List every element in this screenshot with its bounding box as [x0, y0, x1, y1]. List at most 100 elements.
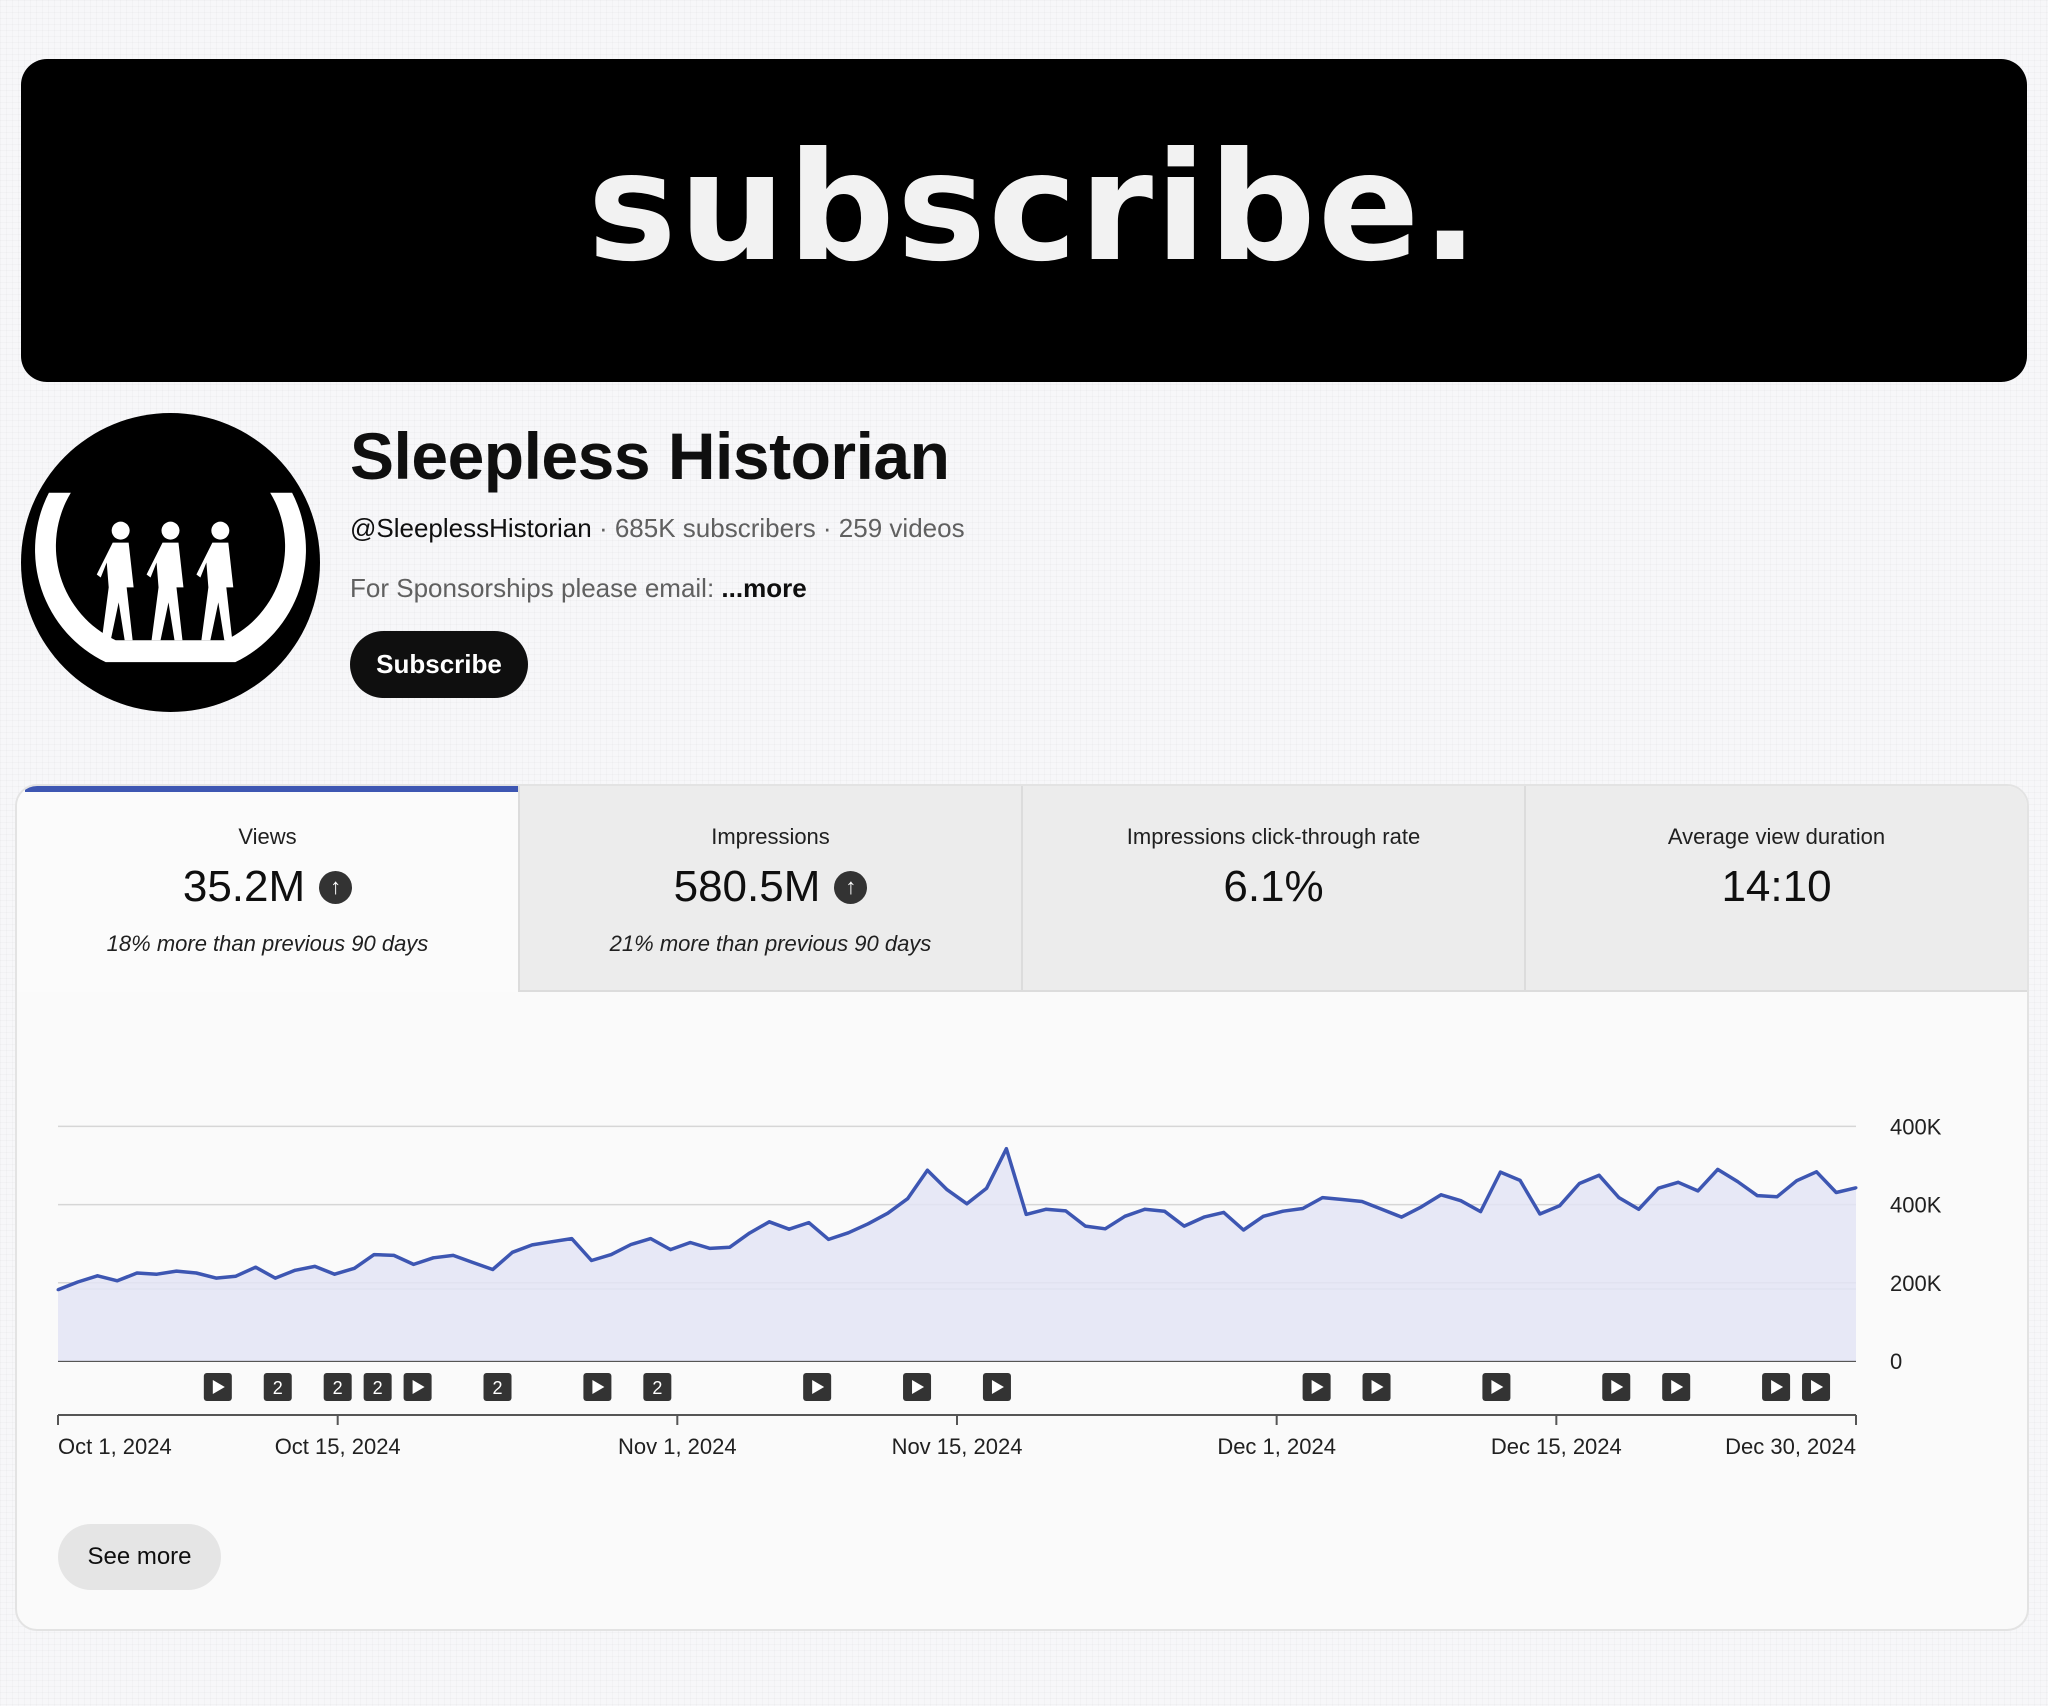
data-point	[1518, 1178, 1522, 1182]
data-point	[767, 1220, 771, 1224]
data-point	[1182, 1224, 1186, 1228]
data-point	[1716, 1167, 1720, 1171]
data-point	[1083, 1224, 1087, 1228]
data-point	[1380, 1207, 1384, 1211]
y-tick-label: 200K	[1890, 1271, 1942, 1296]
data-point	[1143, 1207, 1147, 1211]
data-point	[906, 1197, 910, 1201]
data-point	[1123, 1214, 1127, 1218]
data-point	[1637, 1207, 1641, 1211]
data-point	[1736, 1180, 1739, 1183]
data-point	[115, 1279, 119, 1283]
data-point	[945, 1188, 949, 1192]
x-tick-label: Oct 15, 2024	[275, 1434, 401, 1459]
data-point	[1301, 1207, 1305, 1210]
video-marker-count: 2	[373, 1378, 383, 1398]
data-point	[392, 1253, 396, 1257]
data-point	[1222, 1210, 1226, 1214]
data-point	[1321, 1196, 1324, 1200]
data-point	[491, 1268, 495, 1271]
data-point	[1064, 1209, 1068, 1213]
data-point	[1202, 1215, 1206, 1219]
data-point	[1419, 1205, 1423, 1209]
data-point	[1340, 1198, 1344, 1201]
data-point	[1103, 1227, 1107, 1231]
data-point	[431, 1256, 435, 1260]
data-point	[313, 1264, 317, 1268]
x-tick-label: Dec 15, 2024	[1491, 1434, 1622, 1459]
data-point	[1755, 1194, 1759, 1198]
data-point	[649, 1237, 653, 1241]
data-point	[1676, 1180, 1680, 1184]
data-point	[372, 1253, 376, 1257]
x-tick-label: Nov 15, 2024	[892, 1434, 1023, 1459]
data-point	[807, 1221, 811, 1225]
data-point	[76, 1280, 80, 1284]
data-point	[1479, 1210, 1483, 1214]
data-point	[234, 1274, 238, 1278]
data-point	[135, 1271, 139, 1275]
data-point	[273, 1276, 277, 1280]
data-point	[333, 1272, 337, 1276]
data-point	[1577, 1182, 1581, 1185]
data-point	[748, 1231, 751, 1235]
data-point	[570, 1237, 574, 1241]
data-point	[787, 1227, 791, 1231]
data-point	[1004, 1147, 1008, 1151]
data-point	[866, 1222, 870, 1226]
data-point	[1815, 1170, 1818, 1174]
data-point	[708, 1246, 712, 1250]
video-marker-count: 2	[493, 1378, 503, 1398]
data-point	[1854, 1186, 1858, 1190]
x-tick-label: Dec 1, 2024	[1217, 1434, 1336, 1459]
data-point	[1617, 1196, 1621, 1200]
data-point	[1795, 1179, 1799, 1183]
data-point	[925, 1168, 929, 1172]
data-point	[886, 1211, 890, 1215]
data-point	[412, 1262, 416, 1266]
data-point	[1656, 1186, 1660, 1190]
data-point	[1558, 1204, 1562, 1208]
data-point	[1834, 1191, 1838, 1194]
data-point	[1775, 1195, 1779, 1199]
data-point	[1538, 1212, 1542, 1216]
data-point	[1400, 1215, 1404, 1219]
x-tick-label: Dec 30, 2024	[1725, 1434, 1856, 1459]
data-point	[1459, 1199, 1463, 1203]
data-point	[1597, 1173, 1601, 1177]
data-point	[510, 1250, 514, 1254]
video-marker-count: 2	[652, 1378, 662, 1398]
data-point	[728, 1245, 732, 1249]
data-point	[1261, 1214, 1265, 1218]
data-point	[827, 1237, 831, 1241]
data-point	[471, 1261, 475, 1264]
data-point	[1498, 1170, 1502, 1174]
data-point	[985, 1186, 989, 1190]
x-tick-label: Nov 1, 2024	[618, 1434, 737, 1459]
data-point	[688, 1241, 692, 1244]
data-point	[175, 1269, 178, 1273]
data-point	[609, 1253, 613, 1257]
see-more-button[interactable]: See more	[58, 1524, 221, 1590]
data-point	[590, 1259, 593, 1262]
data-point	[254, 1265, 258, 1269]
y-tick-label: 400K	[1890, 1193, 1942, 1218]
data-point	[1360, 1200, 1364, 1203]
video-marker-count: 2	[333, 1378, 343, 1398]
data-point	[1696, 1189, 1700, 1193]
data-point	[669, 1248, 672, 1252]
data-point	[96, 1274, 99, 1278]
data-point	[214, 1276, 218, 1280]
data-point	[155, 1272, 159, 1276]
data-point	[965, 1202, 969, 1206]
data-point	[846, 1231, 850, 1235]
data-point	[352, 1266, 356, 1270]
data-point	[530, 1243, 534, 1247]
data-point	[629, 1243, 633, 1246]
data-point	[293, 1268, 297, 1272]
views-chart: 0 200K 400K 400K 2 2 2 2 2 Oct 1, 2024 Oct 15, 202…	[56, 1114, 1942, 1459]
data-point	[1163, 1209, 1166, 1213]
data-point	[1439, 1193, 1443, 1197]
data-point	[1281, 1209, 1285, 1213]
y-tick-label: 0	[1890, 1349, 1902, 1374]
